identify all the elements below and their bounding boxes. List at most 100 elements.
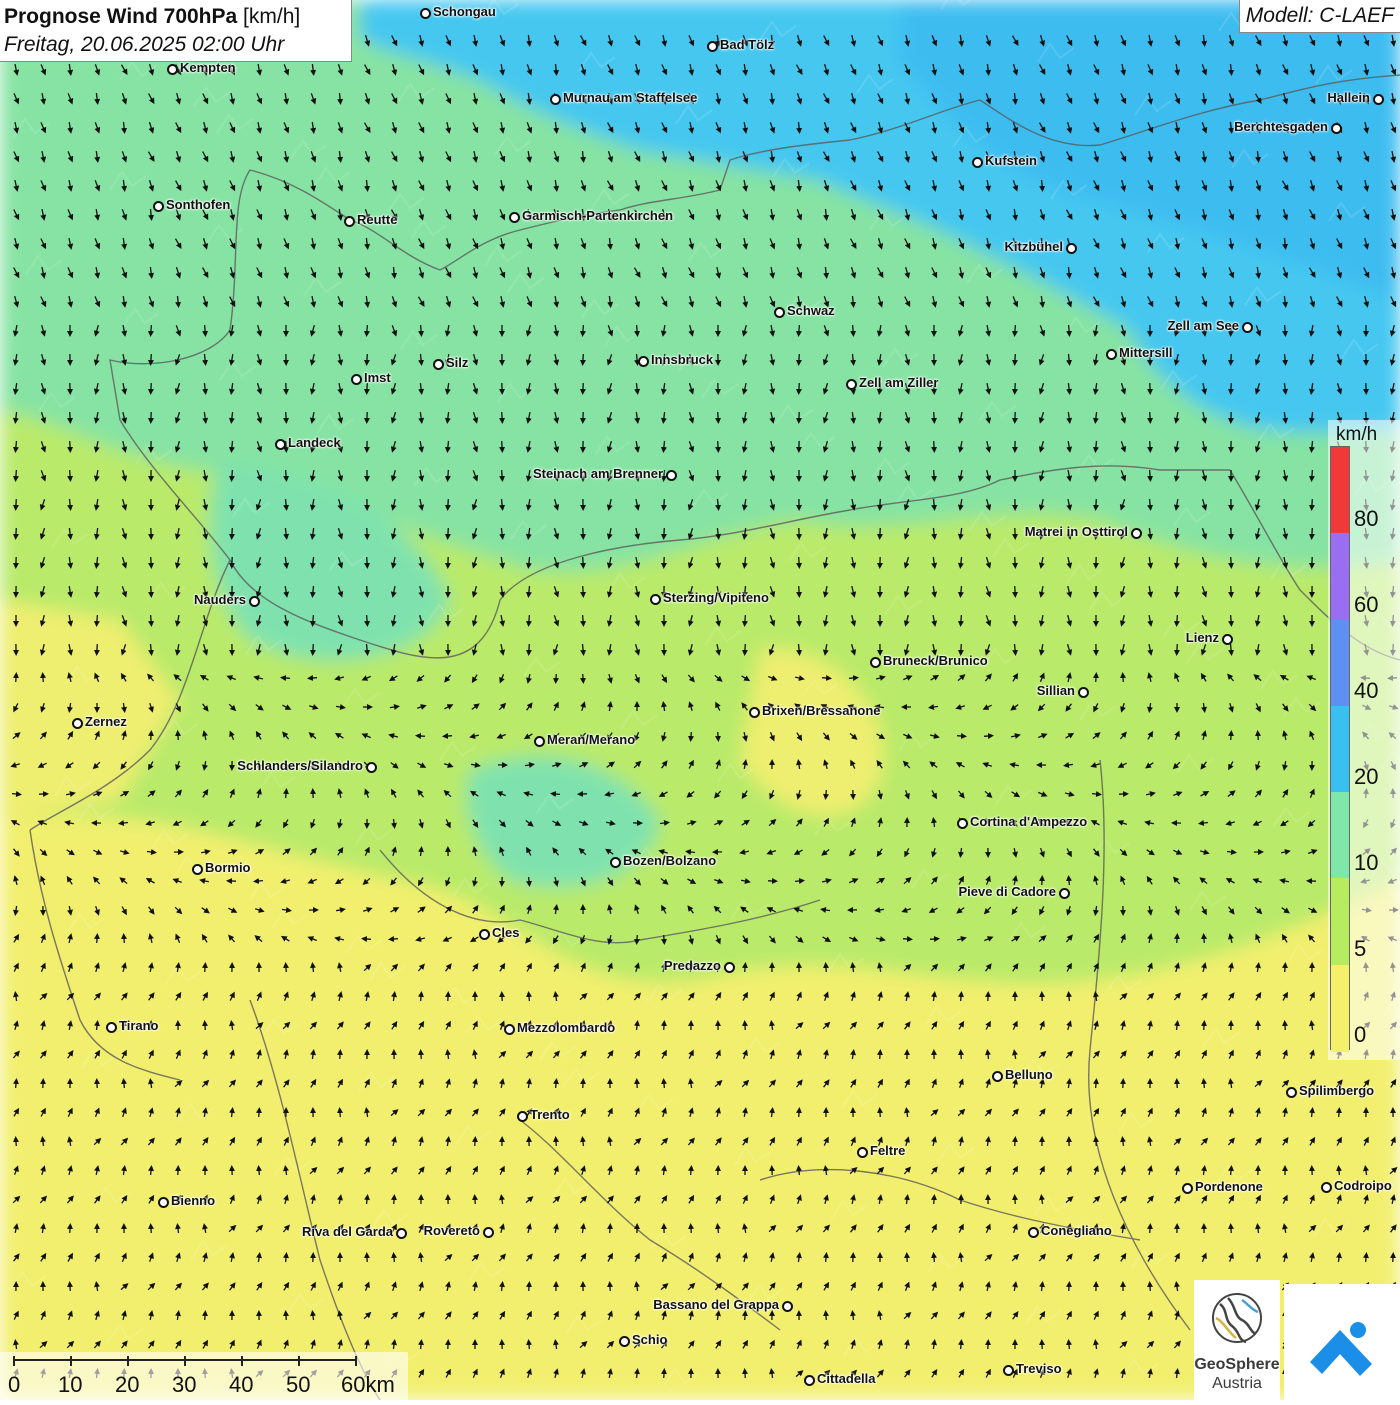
wind-arrow xyxy=(1015,615,1016,625)
wind-arrow xyxy=(97,615,98,625)
wind-arrow xyxy=(745,644,746,654)
wind-arrow xyxy=(610,1283,611,1291)
wind-arrow xyxy=(610,1225,611,1233)
wind-arrow xyxy=(1015,586,1016,596)
wind-arrow xyxy=(1069,993,1070,1001)
map-timestamp: Freitag, 20.06.2025 02:00 Uhr xyxy=(4,31,347,59)
wind-arrow xyxy=(151,1167,152,1175)
wind-arrow xyxy=(1231,586,1232,596)
wind-arrow xyxy=(313,644,314,654)
city-marker xyxy=(610,857,621,868)
city-marker xyxy=(249,596,260,607)
wind-arrow xyxy=(984,736,992,737)
wind-arrow xyxy=(718,441,719,451)
wind-arrow xyxy=(1015,1196,1016,1204)
legend-swatch xyxy=(1331,533,1349,620)
wind-arrow xyxy=(205,1022,206,1030)
city-label: Sonthofen xyxy=(166,197,230,212)
wind-arrow xyxy=(637,325,638,335)
wind-arrow xyxy=(448,528,449,538)
wind-arrow xyxy=(259,1109,260,1117)
city-label: Schongau xyxy=(433,4,496,19)
scale-label: 0 xyxy=(8,1372,20,1398)
wind-arrow xyxy=(448,499,449,509)
wind-arrow xyxy=(97,644,98,654)
wind-arrow xyxy=(1312,499,1313,509)
wind-arrow xyxy=(718,470,719,480)
wind-arrow xyxy=(583,325,584,335)
wind-arrow xyxy=(421,1341,422,1349)
wind-arrow xyxy=(367,557,368,567)
wind-arrow xyxy=(826,1254,827,1262)
city-marker xyxy=(1131,528,1142,539)
legend-label: 60 xyxy=(1354,592,1378,618)
city-marker xyxy=(638,356,649,367)
wind-arrow xyxy=(664,1370,665,1378)
wind-arrow xyxy=(286,790,287,798)
city-marker xyxy=(167,64,178,75)
wind-arrow xyxy=(151,1225,152,1233)
wind-arrow xyxy=(1015,383,1016,393)
wind-arrow xyxy=(286,1254,287,1262)
wind-arrow xyxy=(880,528,881,538)
city-label: Conegliano xyxy=(1041,1223,1112,1238)
wind-arrow xyxy=(151,557,152,567)
wind-arrow xyxy=(367,615,368,625)
city-label: Schio xyxy=(632,1332,667,1347)
legend-swatch xyxy=(1331,965,1349,1052)
wind-arrow xyxy=(529,644,530,654)
legend-label: 10 xyxy=(1354,850,1378,876)
city-label: Pieve di Cadore xyxy=(958,884,1056,899)
city-marker xyxy=(1028,1227,1039,1238)
city-label: Codroipo xyxy=(1334,1178,1392,1193)
city-marker xyxy=(1321,1182,1332,1193)
geosphere-logo: GeoSphere Austria xyxy=(1194,1280,1280,1400)
wind-arrow xyxy=(43,674,44,682)
wind-arrow xyxy=(70,1225,71,1233)
wind-arrow xyxy=(1069,1283,1070,1291)
city-label: Predazzo xyxy=(664,958,721,973)
city-label: Feltre xyxy=(870,1143,905,1158)
wind-arrow xyxy=(205,964,206,972)
city-label: Bozen/Bolzano xyxy=(623,853,716,868)
scale-label: 60km xyxy=(341,1372,395,1398)
wind-arrow xyxy=(502,441,503,451)
wind-arrow xyxy=(448,470,449,480)
wind-arrow xyxy=(583,615,584,625)
wind-arrow xyxy=(421,993,422,1001)
wind-arrow xyxy=(556,1138,557,1146)
model-label: Modell: C-LAEF xyxy=(1239,0,1400,33)
wind-arrow xyxy=(124,935,125,943)
wind-arrow xyxy=(583,674,584,682)
wind-arrow xyxy=(1150,1283,1151,1291)
city-marker xyxy=(504,1024,515,1035)
scale-label: 50 xyxy=(286,1372,310,1398)
city-label: Bassano del Grappa xyxy=(653,1297,779,1312)
city-marker xyxy=(366,762,377,773)
wind-arrow xyxy=(529,993,530,1001)
scale-label: 20 xyxy=(115,1372,139,1398)
city-label: Brixen/Bressanone xyxy=(762,703,881,718)
city-marker xyxy=(106,1022,117,1033)
wind-arrow xyxy=(70,470,71,480)
app-logo xyxy=(1284,1284,1400,1400)
wind-arrow xyxy=(1339,1109,1340,1117)
map-title: Prognose Wind 700hPa [km/h] xyxy=(4,3,347,31)
wind-arrow xyxy=(1366,1254,1367,1262)
legend-label: 0 xyxy=(1354,1022,1366,1048)
wind-arrow xyxy=(286,412,287,422)
wind-arrow xyxy=(286,1312,287,1320)
city-label: Kitzbühel xyxy=(1005,239,1064,254)
wind-arrow xyxy=(583,557,584,567)
wind-arrow xyxy=(961,1341,962,1349)
wind-arrow xyxy=(151,732,152,740)
wind-arrow xyxy=(1015,1138,1016,1146)
map-title-box: Prognose Wind 700hPa [km/h] Freitag, 20.… xyxy=(0,0,352,62)
city-marker xyxy=(192,864,203,875)
city-label: Steinach am Brenner xyxy=(533,466,663,481)
wind-arrow xyxy=(664,1022,665,1030)
city-label: Sillian xyxy=(1037,683,1075,698)
wind-arrow xyxy=(718,412,719,422)
wind-arrow xyxy=(232,499,233,509)
wind-arrow xyxy=(826,964,827,972)
